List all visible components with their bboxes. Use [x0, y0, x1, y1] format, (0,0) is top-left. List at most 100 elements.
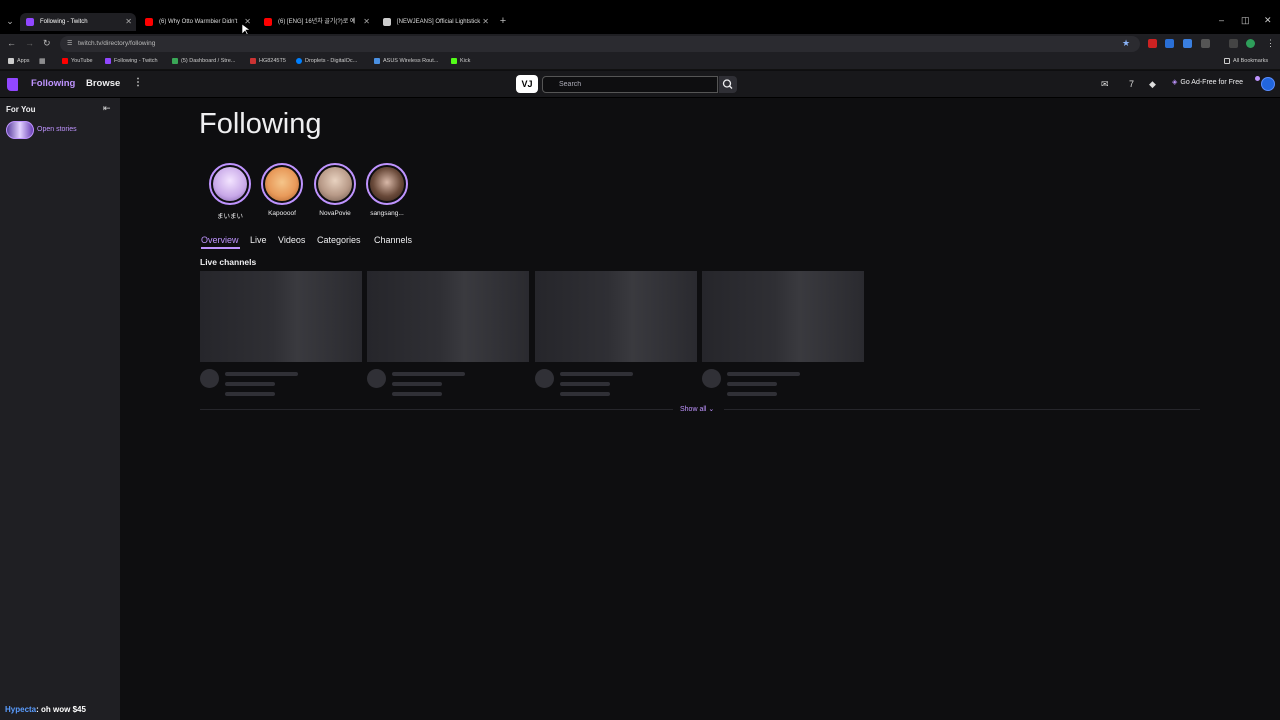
story-name: NovaPovie	[319, 210, 351, 217]
tab-title: (6) Why Otto Warmbier Didn't	[159, 19, 238, 25]
back-icon[interactable]: ←	[7, 38, 16, 48]
crown-icon: ◈	[1172, 79, 1178, 86]
chevron-down-icon: ⌄	[708, 406, 715, 413]
close-tab-icon[interactable]: ✕	[125, 13, 132, 31]
more-options-icon[interactable]: ⋮	[133, 77, 143, 88]
bookmark-kick[interactable]: Kick	[451, 58, 470, 64]
story-avatar	[265, 167, 299, 201]
active-tab-indicator	[201, 247, 240, 249]
bookmark-youtube[interactable]: YouTube	[62, 58, 93, 64]
story-avatar	[370, 167, 404, 201]
extensions-puzzle-icon[interactable]	[1201, 39, 1210, 48]
text-skeleton	[727, 382, 777, 386]
forward-icon[interactable]: →	[25, 38, 34, 48]
close-tab-icon[interactable]: ✕	[363, 13, 370, 31]
tab-title: [NEWJEANS] Official Lightstick	[397, 19, 481, 25]
user-avatar[interactable]	[1261, 77, 1275, 91]
close-window-icon[interactable]: ✕	[1264, 15, 1272, 26]
tab-videos[interactable]: Videos	[278, 235, 305, 245]
open-stories-link[interactable]: Open stories	[37, 126, 77, 133]
inbox-icon[interactable]: ✉	[1101, 79, 1109, 90]
nav-browse[interactable]: Browse	[86, 78, 120, 89]
restore-icon[interactable]: ◫	[1241, 15, 1250, 26]
section-title-live-channels: Live channels	[200, 257, 257, 267]
twitch-icon	[105, 58, 111, 64]
extension-blue-icon[interactable]	[1165, 39, 1174, 48]
avatar-skeleton	[535, 369, 554, 388]
story-item[interactable]: NovaPovie	[313, 163, 357, 217]
tab-overview[interactable]: Overview	[201, 235, 239, 245]
youtube-favicon-icon	[145, 18, 153, 26]
bookmark-asus[interactable]: ASUS Wireless Rout...	[374, 58, 438, 64]
page-favicon-icon	[383, 18, 391, 26]
text-skeleton	[727, 392, 777, 396]
avatar-skeleton	[367, 369, 386, 388]
bookmark-apps[interactable]: Apps	[8, 58, 30, 64]
browser-menu-icon[interactable]: ⋮	[1266, 38, 1275, 49]
channel-card-skeleton	[200, 271, 362, 362]
browser-tab-following[interactable]: Following - Twitch ✕	[20, 13, 136, 31]
url-field[interactable]: ☰ twitch.tv/directory/following	[60, 36, 1140, 52]
vj-extension-button[interactable]: VJ	[516, 75, 538, 93]
bookmark-droplets[interactable]: Droplets - DigitalOc...	[296, 58, 357, 64]
story-name: sangsang...	[370, 210, 404, 217]
site-info-icon[interactable]: ☰	[67, 36, 72, 52]
text-skeleton	[560, 372, 633, 376]
story-name: まいまい	[217, 213, 243, 220]
collapse-sidebar-icon[interactable]: ⇤	[103, 103, 111, 114]
folder-icon	[1224, 58, 1230, 64]
channel-card-skeleton	[535, 271, 697, 362]
tab-live[interactable]: Live	[250, 235, 267, 245]
tab-groups-icon[interactable]: ▦	[39, 57, 46, 65]
profile-switch-icon[interactable]	[1229, 39, 1238, 48]
extension-translate-icon[interactable]	[1183, 39, 1192, 48]
asus-icon	[374, 58, 380, 64]
bits-icon[interactable]: ◆	[1149, 79, 1156, 90]
profile-avatar-icon[interactable]	[1246, 39, 1255, 48]
chat-message: Hypecta: oh wow $45	[5, 705, 86, 714]
story-item[interactable]: Kapoooof	[260, 163, 304, 217]
text-skeleton	[560, 382, 610, 386]
tab-title: (6) [ENG] 16년차 골기(?)로 예	[278, 19, 356, 25]
story-item[interactable]: まいまい	[208, 163, 252, 220]
extension-7tv-icon[interactable]: 7	[1129, 79, 1134, 89]
section-divider	[724, 409, 1200, 410]
browser-tab-eng[interactable]: (6) [ENG] 16년차 골기(?)로 예 ✕	[258, 13, 374, 31]
youtube-icon	[62, 58, 68, 64]
go-ad-free-button[interactable]: ◈ Go Ad-Free for Free	[1172, 78, 1243, 86]
chat-username: Hypecta	[5, 705, 37, 714]
dashboard-icon	[172, 58, 178, 64]
new-tab-button[interactable]: +	[496, 14, 510, 28]
extension-red-icon[interactable]	[1148, 39, 1157, 48]
show-all-button[interactable]: Show all ⌄	[680, 405, 714, 413]
tab-search-icon[interactable]: ⌄	[3, 14, 17, 28]
search-button[interactable]	[719, 76, 737, 93]
all-bookmarks[interactable]: All Bookmarks	[1224, 58, 1268, 64]
kick-icon	[451, 58, 457, 64]
address-bar-row: ← → ↻ ☰ twitch.tv/directory/following ★	[0, 34, 1280, 54]
url-text: twitch.tv/directory/following	[78, 40, 156, 47]
tab-categories[interactable]: Categories	[317, 235, 361, 245]
story-avatar	[318, 167, 352, 201]
page-title: Following	[199, 108, 322, 140]
minimize-icon[interactable]: –	[1219, 15, 1224, 25]
reload-icon[interactable]: ↻	[43, 38, 51, 49]
section-divider	[200, 409, 673, 410]
youtube-favicon-icon	[264, 18, 272, 26]
close-tab-icon[interactable]: ✕	[482, 13, 489, 31]
browser-tab-otto[interactable]: (6) Why Otto Warmbier Didn't ✕	[139, 13, 255, 31]
nav-following[interactable]: Following	[31, 78, 75, 89]
bookmark-dashboard[interactable]: (5) Dashboard / Stre...	[172, 58, 235, 64]
story-item[interactable]: sangsang...	[365, 163, 409, 217]
stories-avatar[interactable]	[6, 121, 34, 139]
search-input[interactable]	[542, 76, 718, 93]
channel-card-skeleton	[702, 271, 864, 362]
bookmark-star-icon[interactable]: ★	[1122, 38, 1130, 49]
tab-channels[interactable]: Channels	[374, 235, 412, 245]
text-skeleton	[392, 372, 465, 376]
text-skeleton	[560, 392, 610, 396]
twitch-logo-icon[interactable]	[7, 78, 18, 91]
bookmark-router[interactable]: HG8245T5	[250, 58, 286, 64]
browser-tab-newjeans[interactable]: [NEWJEANS] Official Lightstick ✕	[377, 13, 493, 31]
bookmark-following-twitch[interactable]: Following - Twitch	[105, 58, 158, 64]
